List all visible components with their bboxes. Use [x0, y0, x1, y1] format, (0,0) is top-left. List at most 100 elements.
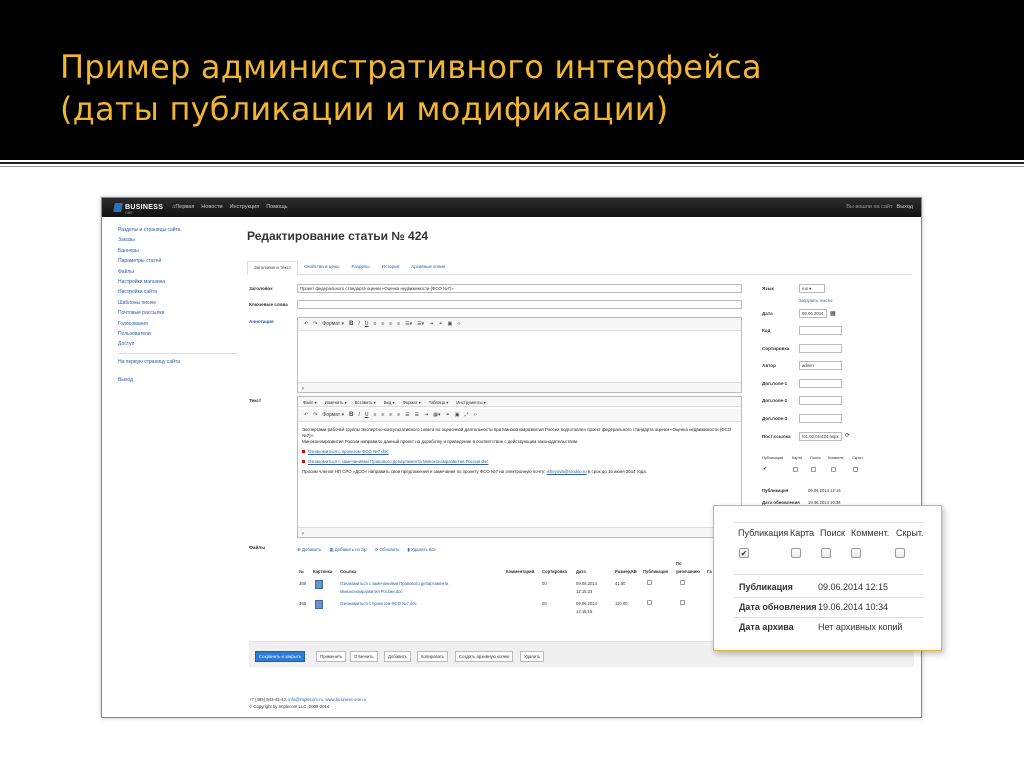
bold-icon[interactable]: B	[349, 412, 353, 418]
align-right-icon[interactable]: ≡	[389, 412, 392, 418]
nav-item-home[interactable]: ⌂Первая	[172, 204, 194, 210]
date-input[interactable]: 09.06.2014	[799, 309, 827, 318]
code-icon[interactable]: ‹›	[457, 321, 460, 327]
email-link[interactable]: isheyova@srodso.ru	[547, 469, 587, 474]
align-center-icon[interactable]: ≡	[381, 321, 384, 327]
menu-tools[interactable]: Инструменты ▾	[456, 400, 485, 405]
nav-item-manual[interactable]: Инструкция	[230, 204, 260, 210]
format-dropdown[interactable]: Формат ▾	[322, 321, 344, 327]
bold-icon[interactable]: B	[349, 321, 353, 327]
italic-icon[interactable]: I	[358, 412, 359, 418]
redo-icon[interactable]: ↷	[313, 412, 317, 418]
tab-title-text[interactable]: Заголовок и текст	[247, 261, 299, 275]
sidebar-item-mail-templates[interactable]: Шаблоны писем	[118, 298, 238, 308]
link-icon[interactable]: ⚭	[446, 412, 450, 418]
zoom-checkbox-hidden[interactable]	[895, 548, 905, 558]
sidebar-item-users[interactable]: Пользователи	[118, 329, 238, 339]
number-list-icon[interactable]: ☰▾	[417, 321, 424, 327]
menu-view[interactable]: Вид ▾	[384, 400, 395, 405]
menu-edit[interactable]: Изменить ▾	[325, 400, 347, 405]
tab-history[interactable]: История	[376, 261, 405, 274]
checkbox-search[interactable]	[811, 467, 816, 472]
code-icon[interactable]: ‹›	[473, 412, 476, 418]
checkbox-comment[interactable]	[831, 467, 836, 472]
row1-link-cont[interactable]: Минэкономразвития России.doc	[340, 589, 403, 594]
row1-publish-checkbox[interactable]	[647, 580, 652, 585]
field3-input[interactable]	[799, 414, 842, 423]
files-refresh-button[interactable]: ⟳ Обновить	[375, 547, 400, 553]
redo-icon[interactable]: ↷	[313, 321, 317, 327]
zoom-checkbox-publish[interactable]: ✔	[739, 548, 749, 558]
tab-sections[interactable]: Разделы	[346, 261, 376, 274]
text-editor[interactable]: Файл ▾ Изменить ▾ Вставить ▾ Вид ▾ Форма…	[297, 396, 742, 538]
sidebar-item-banners[interactable]: Баннеры	[118, 246, 238, 256]
row2-link[interactable]: Ознакомиться с проектом ФСО №7.doc	[340, 601, 417, 606]
align-left-icon[interactable]: ≡	[373, 412, 376, 418]
files-add-zip-button[interactable]: ▦ Добавить из zip	[329, 547, 366, 553]
doc-link-project[interactable]: Ознакомиться с проектом ФСО №7.doc	[308, 449, 389, 454]
text-editor-body[interactable]: Экспертами рабочей группы Экспертно-конс…	[302, 427, 737, 479]
sort-input[interactable]	[799, 344, 842, 353]
sidebar-link-logout[interactable]: Выход	[118, 375, 238, 385]
file-thumbnail-icon[interactable]	[315, 600, 323, 609]
author-input[interactable]: admin	[799, 361, 842, 370]
indent-icon[interactable]: ⇥	[429, 321, 433, 327]
calendar-icon[interactable]: ▦	[830, 310, 836, 317]
field1-input[interactable]	[799, 379, 842, 388]
footer-email-link[interactable]: info@implecom.ru	[288, 697, 323, 702]
format-dropdown[interactable]: Формат ▾	[322, 412, 344, 418]
copy-button[interactable]: Копировать	[417, 651, 449, 662]
nav-logout-link[interactable]: Выход	[897, 204, 913, 210]
nav-item-help[interactable]: Помощь	[266, 204, 287, 210]
align-center-icon[interactable]: ≡	[381, 412, 384, 418]
brand-name[interactable]: BUSINESS	[125, 204, 163, 211]
justify-icon[interactable]: ≡	[397, 321, 400, 327]
sidebar-link-home[interactable]: На первую страницу сайта	[118, 357, 238, 367]
menu-format[interactable]: Формат ▾	[403, 400, 421, 405]
indent-icon[interactable]: ⇥	[424, 412, 428, 418]
tab-archive[interactable]: Архивные копии	[405, 261, 451, 274]
sidebar-item-sections[interactable]: Разделы и страницы сайта	[118, 225, 238, 235]
load-texts-link[interactable]: Загрузить тексты	[799, 298, 832, 303]
annotation-editor[interactable]: ↶ ↷ Формат ▾ B I U ≡ ≡ ≡ ≡ ☰▾ ☰▾ ⇥ ⚭ ▣ ‹…	[297, 317, 742, 393]
menu-insert[interactable]: Вставить ▾	[355, 400, 376, 405]
row2-publish-checkbox[interactable]	[647, 600, 652, 605]
bullet-list-icon[interactable]: ☰▾	[405, 321, 412, 327]
justify-icon[interactable]: ≡	[397, 412, 400, 418]
doc-link-remarks[interactable]: Ознакомиться с замечаниями Правового деп…	[308, 459, 488, 464]
sidebar-item-shop-settings[interactable]: Настройки магазина	[118, 277, 238, 287]
footer-site-link[interactable]: www.business-one.ru	[325, 697, 366, 702]
checkbox-publish[interactable]: ✔	[763, 466, 767, 472]
checkbox-hidden[interactable]	[853, 467, 858, 472]
title-input[interactable]: Проект федерального стандарта оценки «Оц…	[297, 284, 742, 293]
keywords-input[interactable]	[297, 300, 742, 309]
sidebar-item-article-params[interactable]: Параметры статей	[118, 256, 238, 266]
underline-icon[interactable]: U	[365, 321, 369, 327]
file-thumbnail-icon[interactable]	[315, 580, 323, 589]
save-close-button[interactable]: Сохранить и закрыть	[255, 651, 306, 662]
refresh-icon[interactable]: ⟳	[845, 432, 850, 439]
number-list-icon[interactable]: ☰	[415, 412, 419, 418]
field2-input[interactable]	[799, 396, 842, 405]
fullscreen-icon[interactable]: ⤢	[464, 412, 468, 418]
row1-default-checkbox[interactable]	[680, 580, 685, 585]
zoom-checkbox-search[interactable]	[821, 548, 831, 558]
menu-file[interactable]: Файл ▾	[303, 400, 317, 405]
delete-button[interactable]: Удалить	[520, 651, 545, 662]
sidebar-item-site-settings[interactable]: Настройки сайта	[118, 287, 238, 297]
code-input[interactable]	[799, 326, 842, 335]
align-left-icon[interactable]: ≡	[373, 321, 376, 327]
apply-button[interactable]: Применить	[316, 651, 347, 662]
bullet-list-icon[interactable]: ☰	[405, 412, 409, 418]
sidebar-item-access[interactable]: Доступ	[118, 339, 238, 349]
files-delete-all-button[interactable]: ▮ Удалить все	[407, 547, 436, 553]
lang-select[interactable]: rus ▾	[799, 284, 825, 293]
tab-properties[interactable]: Свойства и цены	[298, 261, 346, 274]
sidebar-item-polls[interactable]: Голосования	[118, 319, 238, 329]
align-right-icon[interactable]: ≡	[389, 321, 392, 327]
undo-icon[interactable]: ↶	[304, 412, 308, 418]
checkbox-map[interactable]	[793, 467, 798, 472]
menu-table[interactable]: Таблица ▾	[429, 400, 449, 405]
files-add-button[interactable]: ⊕ Добавить	[297, 547, 321, 553]
sidebar-item-orders[interactable]: Заказы	[118, 235, 238, 245]
